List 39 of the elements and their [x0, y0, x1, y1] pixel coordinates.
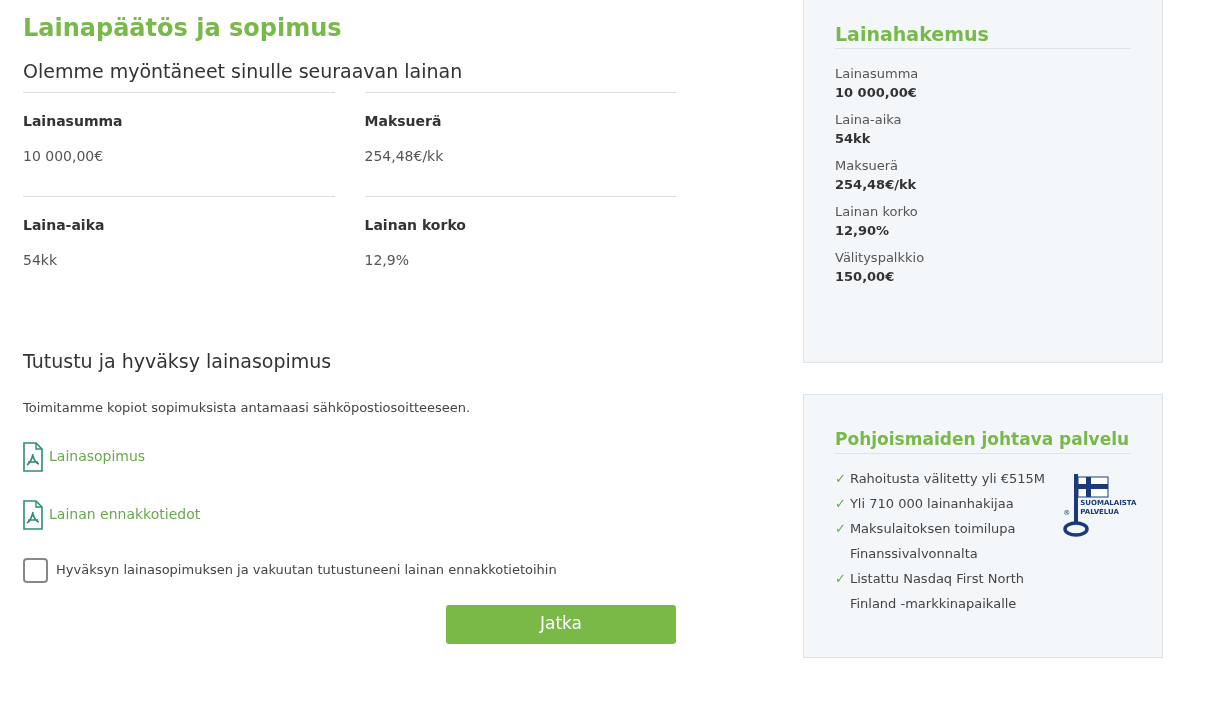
field-value: 254,48€/kk [364, 147, 445, 166]
summary-value: 10 000,00€ [835, 84, 918, 102]
field-label: Maksuerä [364, 112, 443, 131]
field-value: 10 000,00€ [23, 147, 105, 166]
summary-value: 150,00€ [835, 268, 896, 286]
section-heading: Olemme myöntäneet sinulle seuraavan lainan [23, 59, 464, 84]
pdf-file-icon [23, 441, 43, 472]
document-link[interactable]: Lainan ennakkotiedot [23, 499, 676, 530]
section-heading: Tutustu ja hyväksy lainasopimus [23, 349, 333, 374]
feature-text: Rahoitusta välitetty yli €515M [849, 470, 1046, 488]
panel-title: Pohjoismaiden johtava palvelu [835, 425, 1131, 454]
field-value: 54kk [23, 251, 59, 270]
pdf-file-icon [23, 499, 43, 530]
check-mark: ✓ [835, 520, 846, 538]
field-label: Lainan korko [364, 216, 467, 235]
checkbox-label: Hyväksyn lainasopimuksen ja vakuutan tutustuneeni lainan ennakkotietoihin [56, 561, 557, 580]
checkbox[interactable] [23, 557, 48, 583]
check-mark: ✓ [835, 470, 846, 488]
check-mark: ✓ [835, 570, 846, 588]
summary-label: Laina-aika [835, 111, 903, 129]
feature-text: Yli 710 000 lainanhakijaa [849, 495, 1014, 513]
summary-label: Maksuerä [835, 157, 900, 175]
feature-text: Maksulaitoksen toimilupa Finanssivalvonnalta [849, 520, 1017, 563]
panel-title: Lainahakemus [835, 20, 1131, 49]
feature-text: Listattu Nasdaq First North Finland -markkinapaikalle [849, 570, 1026, 613]
summary-value: 254,48€/kk [835, 176, 918, 194]
field-value: 12,9% [364, 251, 410, 270]
document-link[interactable]: Lainasopimus [23, 441, 676, 472]
summary-value: 54kk [835, 130, 872, 148]
summary-label: Välityspalkkio [835, 249, 926, 267]
continue-button[interactable]: Jatka [446, 604, 676, 644]
summary-value: 12,90% [835, 222, 891, 240]
check-mark: ✓ [835, 495, 846, 513]
field-label: Laina-aika [23, 216, 106, 235]
page-title: Lainapäätös ja sopimus [23, 13, 343, 44]
field-label: Lainasumma [23, 112, 124, 131]
summary-label: Lainasumma [835, 65, 920, 83]
summary-label: Lainan korko [835, 203, 919, 221]
info-text: Toimitamme kopiot sopimuksista antamaasi sähköpostiosoitteeseen. [23, 399, 472, 417]
